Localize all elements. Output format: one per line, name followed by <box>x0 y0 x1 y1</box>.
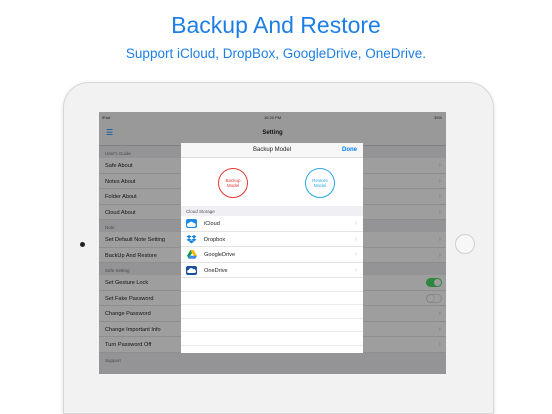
onedrive-icon <box>186 265 197 275</box>
google-drive-icon <box>186 250 197 259</box>
done-button[interactable]: Done <box>342 147 357 153</box>
provider-row-googledrive[interactable]: GoogleDrive › <box>181 247 363 263</box>
provider-label: Dropbox <box>204 236 226 243</box>
restore-line-2: Model <box>313 183 327 188</box>
empty-row <box>181 305 363 319</box>
promo-title: Backup And Restore <box>171 12 381 38</box>
icloud-icon <box>186 219 197 228</box>
empty-row <box>181 332 363 346</box>
chevron-right-icon: › <box>354 251 357 258</box>
backup-model-button[interactable]: Backup Model <box>218 168 248 198</box>
chevron-right-icon: › <box>354 220 357 227</box>
backup-line-2: Model <box>226 183 240 188</box>
camera-icon <box>80 242 85 247</box>
backup-modal: Backup Model Done Backup Model Restore Mod… <box>181 143 363 353</box>
mode-selector: Backup Model Restore Model <box>181 158 363 202</box>
home-button[interactable] <box>455 234 475 254</box>
cloud-storage-header: Cloud Storage <box>181 206 363 216</box>
provider-row-icloud[interactable]: iCloud › <box>181 216 363 232</box>
provider-row-onedrive[interactable]: OneDrive › <box>181 263 363 278</box>
modal-title: Backup Model <box>252 147 292 153</box>
provider-label: GoogleDrive <box>204 252 236 258</box>
restore-model-button[interactable]: Restore Model <box>305 168 335 198</box>
dropbox-icon <box>186 234 197 244</box>
chevron-right-icon: › <box>354 266 357 274</box>
empty-row <box>181 319 363 332</box>
provider-row-dropbox[interactable]: Dropbox › <box>181 232 363 247</box>
promo-subtitle: Support iCloud, DropBox, GoogleDrive, On… <box>125 46 427 61</box>
provider-label: iCloud <box>204 221 220 227</box>
restore-line-1: Restore <box>312 177 328 183</box>
empty-row <box>181 278 363 292</box>
backup-line-1: Backup <box>225 177 241 183</box>
provider-label: OneDrive <box>204 267 228 274</box>
modal-nav-bar: Backup Model Done <box>181 143 363 158</box>
chevron-right-icon: › <box>354 235 357 243</box>
empty-row <box>181 292 363 305</box>
